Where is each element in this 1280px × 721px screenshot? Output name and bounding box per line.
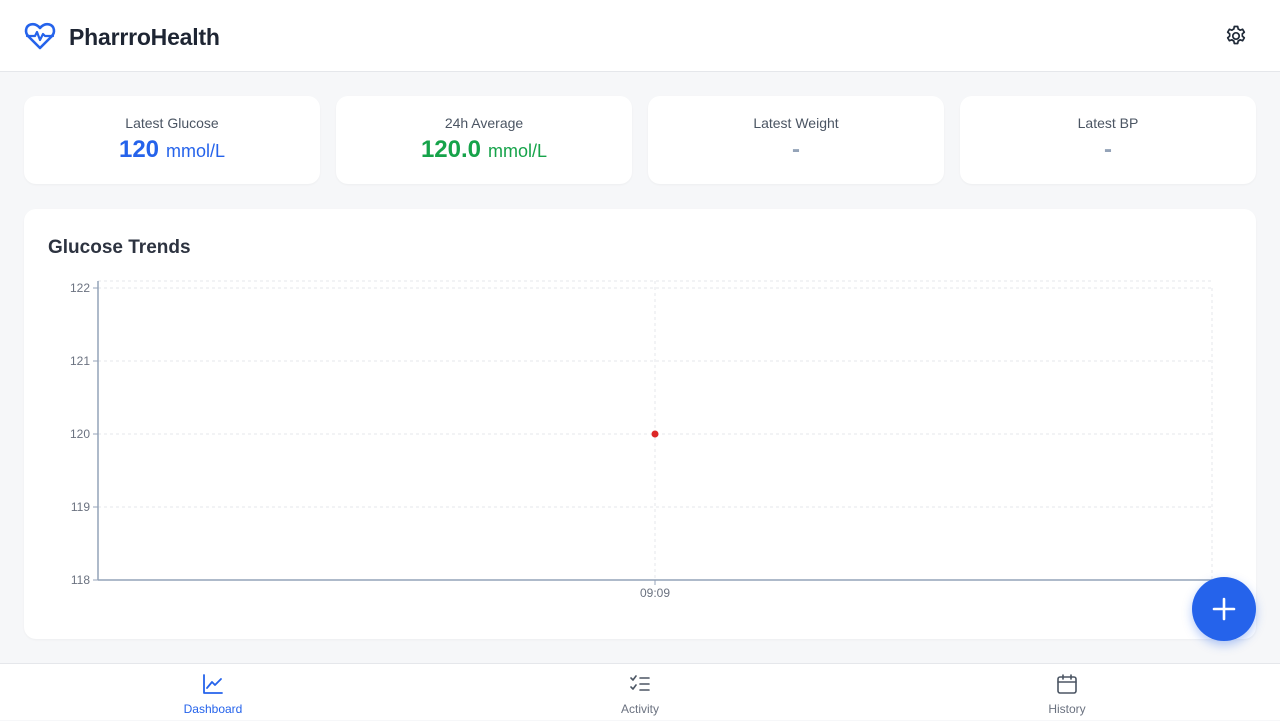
calendar-icon [1057,674,1077,694]
y-tick-label: 120 [70,427,90,441]
chart-line-icon [203,674,223,694]
settings-button[interactable] [1220,20,1252,52]
stat-card-glucose: Latest Glucose 120 mmol/L [24,96,320,184]
app-title: PharrroHealth [69,24,220,50]
nav-label: Dashboard [183,702,243,716]
gear-icon [1226,25,1246,45]
nav-label: Activity [620,702,659,716]
stat-unit: mmol/L [488,141,548,161]
nav-item-activity[interactable]: Activity [540,664,740,721]
nav-item-dashboard[interactable]: Dashboard [113,664,313,721]
stat-unit: mmol/L [166,141,226,161]
stat-card-weight: Latest Weight - [648,96,944,184]
stat-label: Latest Weight [753,115,839,131]
x-tick-label: 09:09 [640,586,670,600]
heart-pulse-icon [24,22,56,50]
stat-label: 24h Average [444,115,524,131]
plus-icon [1212,597,1236,621]
stat-card-bp: Latest BP - [960,96,1256,184]
nav-item-history[interactable]: History [967,664,1167,721]
stat-value-row: - [960,136,1256,164]
glucose-chart: 118 119 120 121 122 09:09 [70,280,1213,600]
checklist-icon [630,675,650,691]
y-tick-label: 118 [71,573,90,587]
y-tick-label: 119 [71,500,90,514]
add-reading-button[interactable] [1192,577,1256,641]
stat-value-row: 120 mmol/L [24,136,320,164]
stat-value: - [1104,136,1112,163]
stat-value-row: - [648,136,944,164]
bottom-nav: Dashboard Activity History [0,663,1280,720]
data-point [651,430,659,438]
y-tick-label: 122 [70,281,90,295]
y-tick-label: 121 [70,354,90,368]
stat-value: - [792,136,800,163]
glucose-trends-card: Glucose Trends 118 119 120 121 122 09:09 [24,209,1256,639]
stat-value-row: 120.0 mmol/L [336,136,632,164]
stat-value: 120 [118,136,160,163]
stat-card-average: 24h Average 120.0 mmol/L [336,96,632,184]
stat-value: 120.0 [420,136,482,163]
stat-label: Latest BP [1077,115,1139,131]
nav-label: History [1048,702,1086,716]
stat-label: Latest Glucose [125,115,219,131]
app-header: PharrroHealth [0,0,1280,72]
